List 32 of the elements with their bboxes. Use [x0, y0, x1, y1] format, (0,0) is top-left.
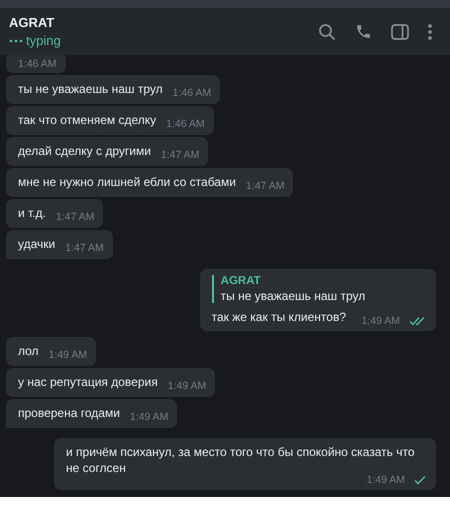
- message-time: 1:49 AM: [48, 349, 88, 361]
- message-text: так что отменяем сделку: [18, 112, 156, 129]
- contact-name: AGRAT: [9, 15, 56, 30]
- message-time: 1:46 AM: [18, 58, 57, 70]
- message-text: мне не нужно лишней ебли со стабами: [18, 174, 236, 191]
- message-text: так же как ты клиентов?: [212, 309, 346, 326]
- message-time: 1:47 AM: [246, 180, 284, 192]
- message-text: и т.д.: [18, 205, 46, 222]
- message-time: 1:49 AM: [361, 315, 400, 327]
- typing-dots-icon: [9, 38, 23, 42]
- phone-icon[interactable]: [355, 23, 372, 40]
- message-time: 1:49 AM: [366, 474, 405, 486]
- message-time: 1:47 AM: [65, 242, 104, 254]
- message-text: проверена годами: [18, 405, 120, 422]
- message-time: 1:47 AM: [56, 211, 94, 223]
- search-icon[interactable]: [318, 22, 336, 40]
- message-text: ты не уважаешь наш трул: [18, 81, 163, 98]
- message-text: лол: [18, 343, 39, 360]
- message-text: делай сделку с другими: [18, 143, 151, 160]
- message-time: 1:49 AM: [130, 411, 168, 423]
- message-text: у нас репутация доверия: [18, 374, 158, 391]
- message-text: и причём психанул, за место того что бы спокойно сказать что не соглсен: [66, 444, 416, 476]
- sidebar-toggle-icon[interactable]: [391, 24, 409, 40]
- typing-status: typing: [26, 33, 61, 48]
- message-text: удачки: [18, 236, 56, 253]
- more-menu-icon[interactable]: [428, 24, 432, 40]
- message-time: 1:46 AM: [166, 118, 205, 130]
- reply-author: AGRAT: [220, 275, 262, 287]
- message-time: 1:47 AM: [160, 149, 200, 161]
- message-time: 1:49 AM: [168, 380, 206, 392]
- message-time: 1:46 AM: [172, 87, 212, 99]
- quoted-message: ты не уважаешь наш трул: [220, 289, 366, 303]
